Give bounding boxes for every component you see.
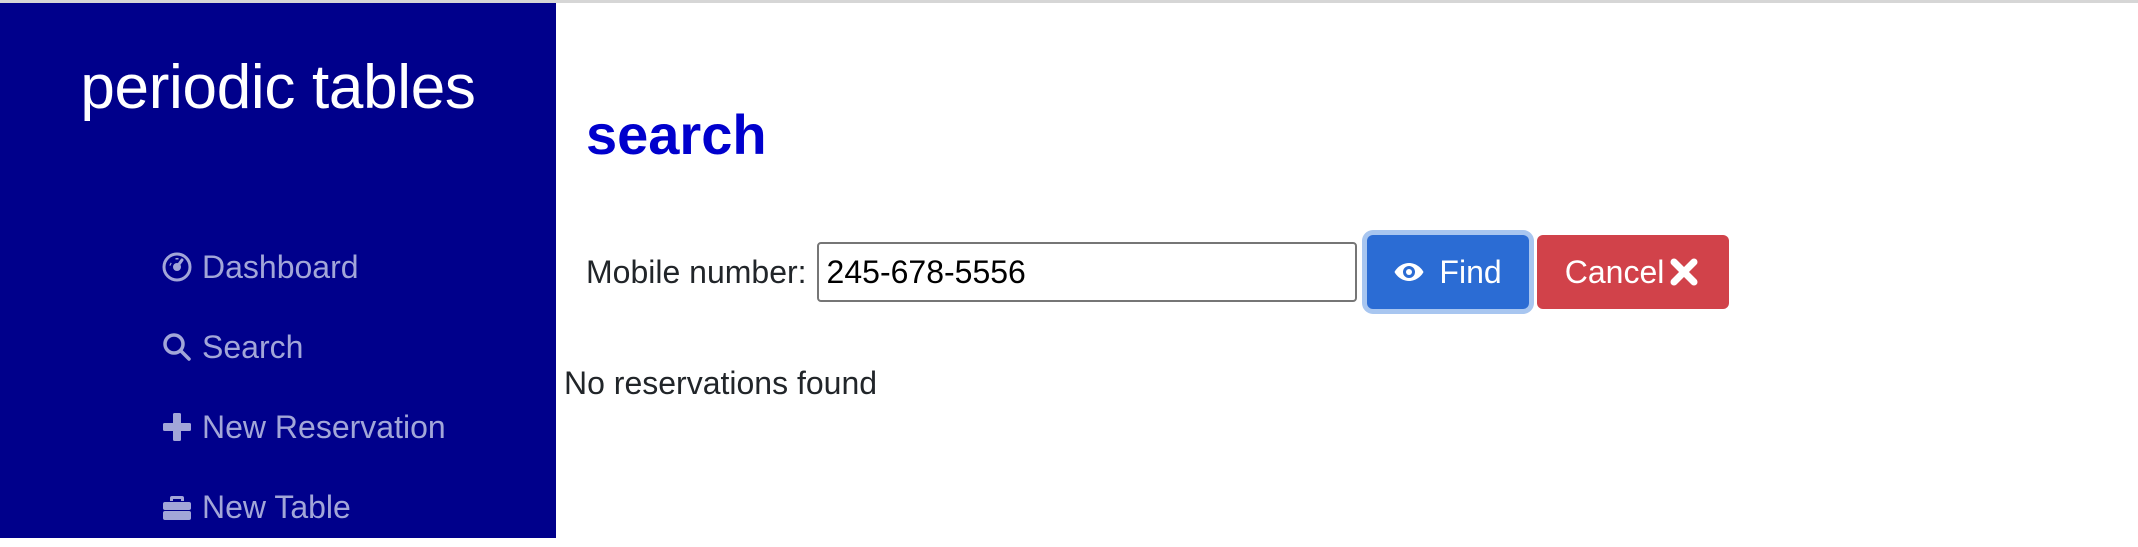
sidebar-nav: Dashboard Search New Reservation	[160, 227, 446, 547]
sidebar-item-search[interactable]: Search	[160, 307, 446, 387]
dashboard-icon	[160, 250, 194, 284]
close-icon	[1668, 256, 1700, 288]
sidebar: periodic tables Dashboard Sea	[0, 3, 556, 538]
search-icon	[160, 330, 194, 364]
sidebar-item-new-reservation[interactable]: New Reservation	[160, 387, 446, 467]
sidebar-item-new-table[interactable]: New Table	[160, 467, 446, 547]
sidebar-item-label: Search	[202, 329, 303, 366]
mobile-number-input[interactable]	[817, 242, 1357, 302]
brand-title: periodic tables	[0, 57, 556, 119]
cancel-button[interactable]: Cancel	[1537, 235, 1729, 309]
find-button[interactable]: Find	[1367, 235, 1529, 309]
briefcase-icon	[160, 490, 194, 524]
sidebar-item-dashboard[interactable]: Dashboard	[160, 227, 446, 307]
page-title: search	[586, 107, 767, 163]
eye-icon	[1393, 256, 1425, 288]
sidebar-item-label: New Table	[202, 489, 351, 526]
mobile-number-label: Mobile number:	[586, 254, 807, 291]
main-content: search Mobile number: Find Cancel No res…	[556, 3, 2138, 538]
cancel-button-label: Cancel	[1565, 254, 1665, 291]
search-result-message: No reservations found	[564, 365, 877, 402]
sidebar-item-label: Dashboard	[202, 249, 359, 286]
find-button-label: Find	[1439, 254, 1501, 291]
sidebar-item-label: New Reservation	[202, 409, 446, 446]
search-form: Mobile number: Find Cancel	[586, 235, 1729, 309]
plus-icon	[160, 410, 194, 444]
